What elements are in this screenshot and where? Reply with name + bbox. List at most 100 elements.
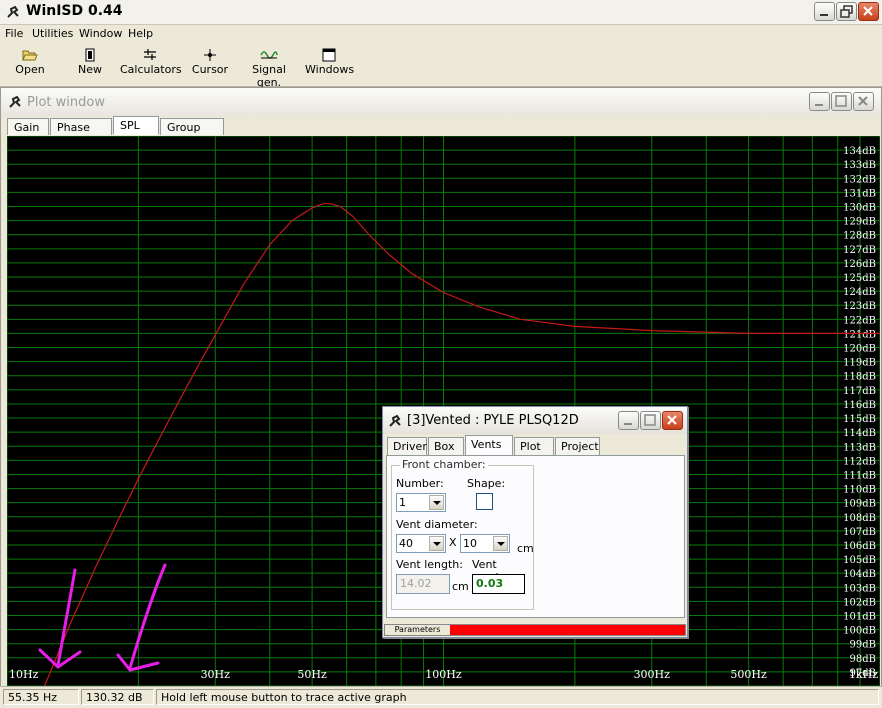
signal-generator-button[interactable]: Signal gen. — [240, 46, 298, 89]
close-icon — [667, 415, 677, 425]
tab-gain[interactable]: Gain — [7, 118, 49, 135]
open-button[interactable]: Open — [8, 46, 52, 84]
y-tick-label: 107dB — [843, 527, 876, 538]
x-tick-label: 30Hz — [201, 668, 231, 681]
app-title-bar[interactable]: WinISD 0.44 — [0, 0, 882, 25]
x-tick-label: 500Hz — [730, 668, 767, 681]
calculators-label: Calculators — [120, 63, 182, 76]
dialog-logo-icon — [389, 414, 401, 427]
y-tick-label: 118dB — [843, 372, 876, 383]
minimize-button[interactable] — [814, 2, 835, 21]
vent-diameter-unit: cm — [517, 542, 534, 555]
parameters-tab[interactable]: Parameters — [385, 625, 450, 635]
shape-label: Shape: — [467, 477, 506, 490]
menu-utilities[interactable]: Utilities — [32, 27, 73, 40]
vent-shape-box[interactable] — [476, 493, 493, 510]
tab-project[interactable]: Project — [555, 437, 600, 455]
menu-bar: File Utilities Window Help — [0, 25, 882, 44]
y-tick-label: 104dB — [843, 569, 876, 580]
vented-box-dialog: [3]Vented : PYLE PLSQ12D Driver Box Vent… — [382, 406, 688, 638]
maximize-icon — [644, 414, 656, 426]
y-tick-label: 125dB — [843, 273, 876, 284]
calculator-icon — [144, 49, 156, 60]
y-tick-label: 124dB — [843, 287, 876, 298]
plot-maximize-button[interactable] — [831, 92, 852, 111]
restore-icon — [840, 5, 853, 18]
minimize-icon — [815, 104, 823, 106]
x-tick-label: 1kHz — [849, 668, 878, 681]
menu-file[interactable]: File — [5, 27, 23, 40]
vent-diameter-select-2[interactable]: 10 — [460, 534, 510, 553]
dialog-title: [3]Vented : PYLE PLSQ12D — [407, 413, 579, 428]
y-tick-label: 133dB — [843, 160, 876, 171]
cursor-button[interactable]: Cursor — [190, 46, 230, 84]
y-tick-label: 101dB — [843, 611, 876, 622]
dialog-bottom-bar: Parameters — [384, 624, 686, 636]
y-tick-label: 114dB — [843, 428, 876, 439]
tab-phase-plot[interactable]: Phase plot — [50, 118, 112, 151]
tab-box[interactable]: Box — [428, 437, 464, 455]
y-tick-label: 131dB — [843, 188, 876, 199]
number-label: Number: — [396, 477, 444, 490]
y-tick-label: 132dB — [843, 174, 876, 185]
y-tick-label: 134dB — [843, 146, 876, 157]
signal-generator-icon — [260, 51, 278, 59]
y-tick-label: 122dB — [843, 315, 876, 326]
y-tick-label: 103dB — [843, 583, 876, 594]
vent-number-value: 1 — [399, 496, 406, 509]
status-hint: Hold left mouse button to trace active g… — [156, 689, 879, 705]
close-icon — [863, 6, 873, 16]
tab-spl[interactable]: SPL — [113, 116, 159, 135]
y-tick-label: 100dB — [843, 626, 876, 637]
vent-diameter-select-1[interactable]: 40 — [396, 534, 446, 553]
chevron-down-icon[interactable] — [429, 495, 444, 510]
y-tick-label: 119dB — [843, 358, 876, 369]
y-tick-label: 102dB — [843, 597, 876, 608]
vent-number-select[interactable]: 1 — [396, 493, 446, 512]
x-tick-label: 100Hz — [425, 668, 462, 681]
plot-close-button[interactable] — [853, 92, 874, 111]
times-sign: X — [449, 536, 457, 549]
y-tick-label: 126dB — [843, 259, 876, 270]
cursor-label: Cursor — [191, 63, 229, 76]
dialog-maximize-button[interactable] — [640, 411, 661, 430]
y-tick-label: 115dB — [843, 414, 876, 425]
y-tick-label: 127dB — [843, 245, 876, 256]
y-tick-label: 117dB — [843, 386, 876, 397]
dialog-close-button[interactable] — [662, 411, 683, 430]
dialog-title-bar[interactable]: [3]Vented : PYLE PLSQ12D — [383, 407, 687, 434]
menu-window[interactable]: Window — [79, 27, 122, 40]
plot-minimize-button[interactable] — [809, 92, 830, 111]
windows-button[interactable]: Windows — [305, 46, 354, 84]
plot-window-title: Plot window — [27, 95, 105, 110]
new-button[interactable]: New — [68, 46, 112, 84]
dialog-minimize-button[interactable] — [618, 411, 639, 430]
front-chamber-group: Front chamber: Number: Shape: 1 Vent dia… — [391, 458, 534, 610]
tab-driver[interactable]: Driver — [387, 437, 427, 455]
tab-vents[interactable]: Vents — [465, 435, 513, 456]
plot-window-title-bar[interactable]: Plot window — [1, 88, 881, 116]
new-label: New — [78, 63, 102, 76]
y-tick-label: 113dB — [843, 442, 876, 453]
tab-group-delay[interactable]: Group delay — [160, 118, 224, 151]
new-document-icon — [85, 48, 95, 62]
window-icon — [322, 48, 336, 62]
chevron-down-icon[interactable] — [493, 536, 508, 551]
vent-length-field[interactable]: 14.02 — [396, 574, 450, 594]
toolbar: Open New Calculators Cursor Signal gen. … — [0, 44, 882, 89]
front-chamber-label: Front chamber: — [400, 458, 488, 471]
y-tick-label: 98dB — [850, 654, 876, 665]
chevron-down-icon[interactable] — [429, 536, 444, 551]
y-tick-label: 130dB — [843, 203, 876, 214]
menu-help[interactable]: Help — [128, 27, 153, 40]
y-tick-label: 109dB — [843, 499, 876, 510]
close-button[interactable] — [858, 2, 879, 21]
winisd-logo-icon — [7, 5, 19, 18]
calculators-button[interactable]: Calculators — [120, 46, 182, 84]
status-level: 130.32 dB — [81, 689, 154, 705]
tab-plot[interactable]: Plot — [514, 437, 554, 455]
y-tick-label: 116dB — [843, 400, 876, 411]
y-tick-label: 123dB — [843, 301, 876, 312]
y-tick-label: 106dB — [843, 541, 876, 552]
restore-button[interactable] — [836, 2, 857, 21]
